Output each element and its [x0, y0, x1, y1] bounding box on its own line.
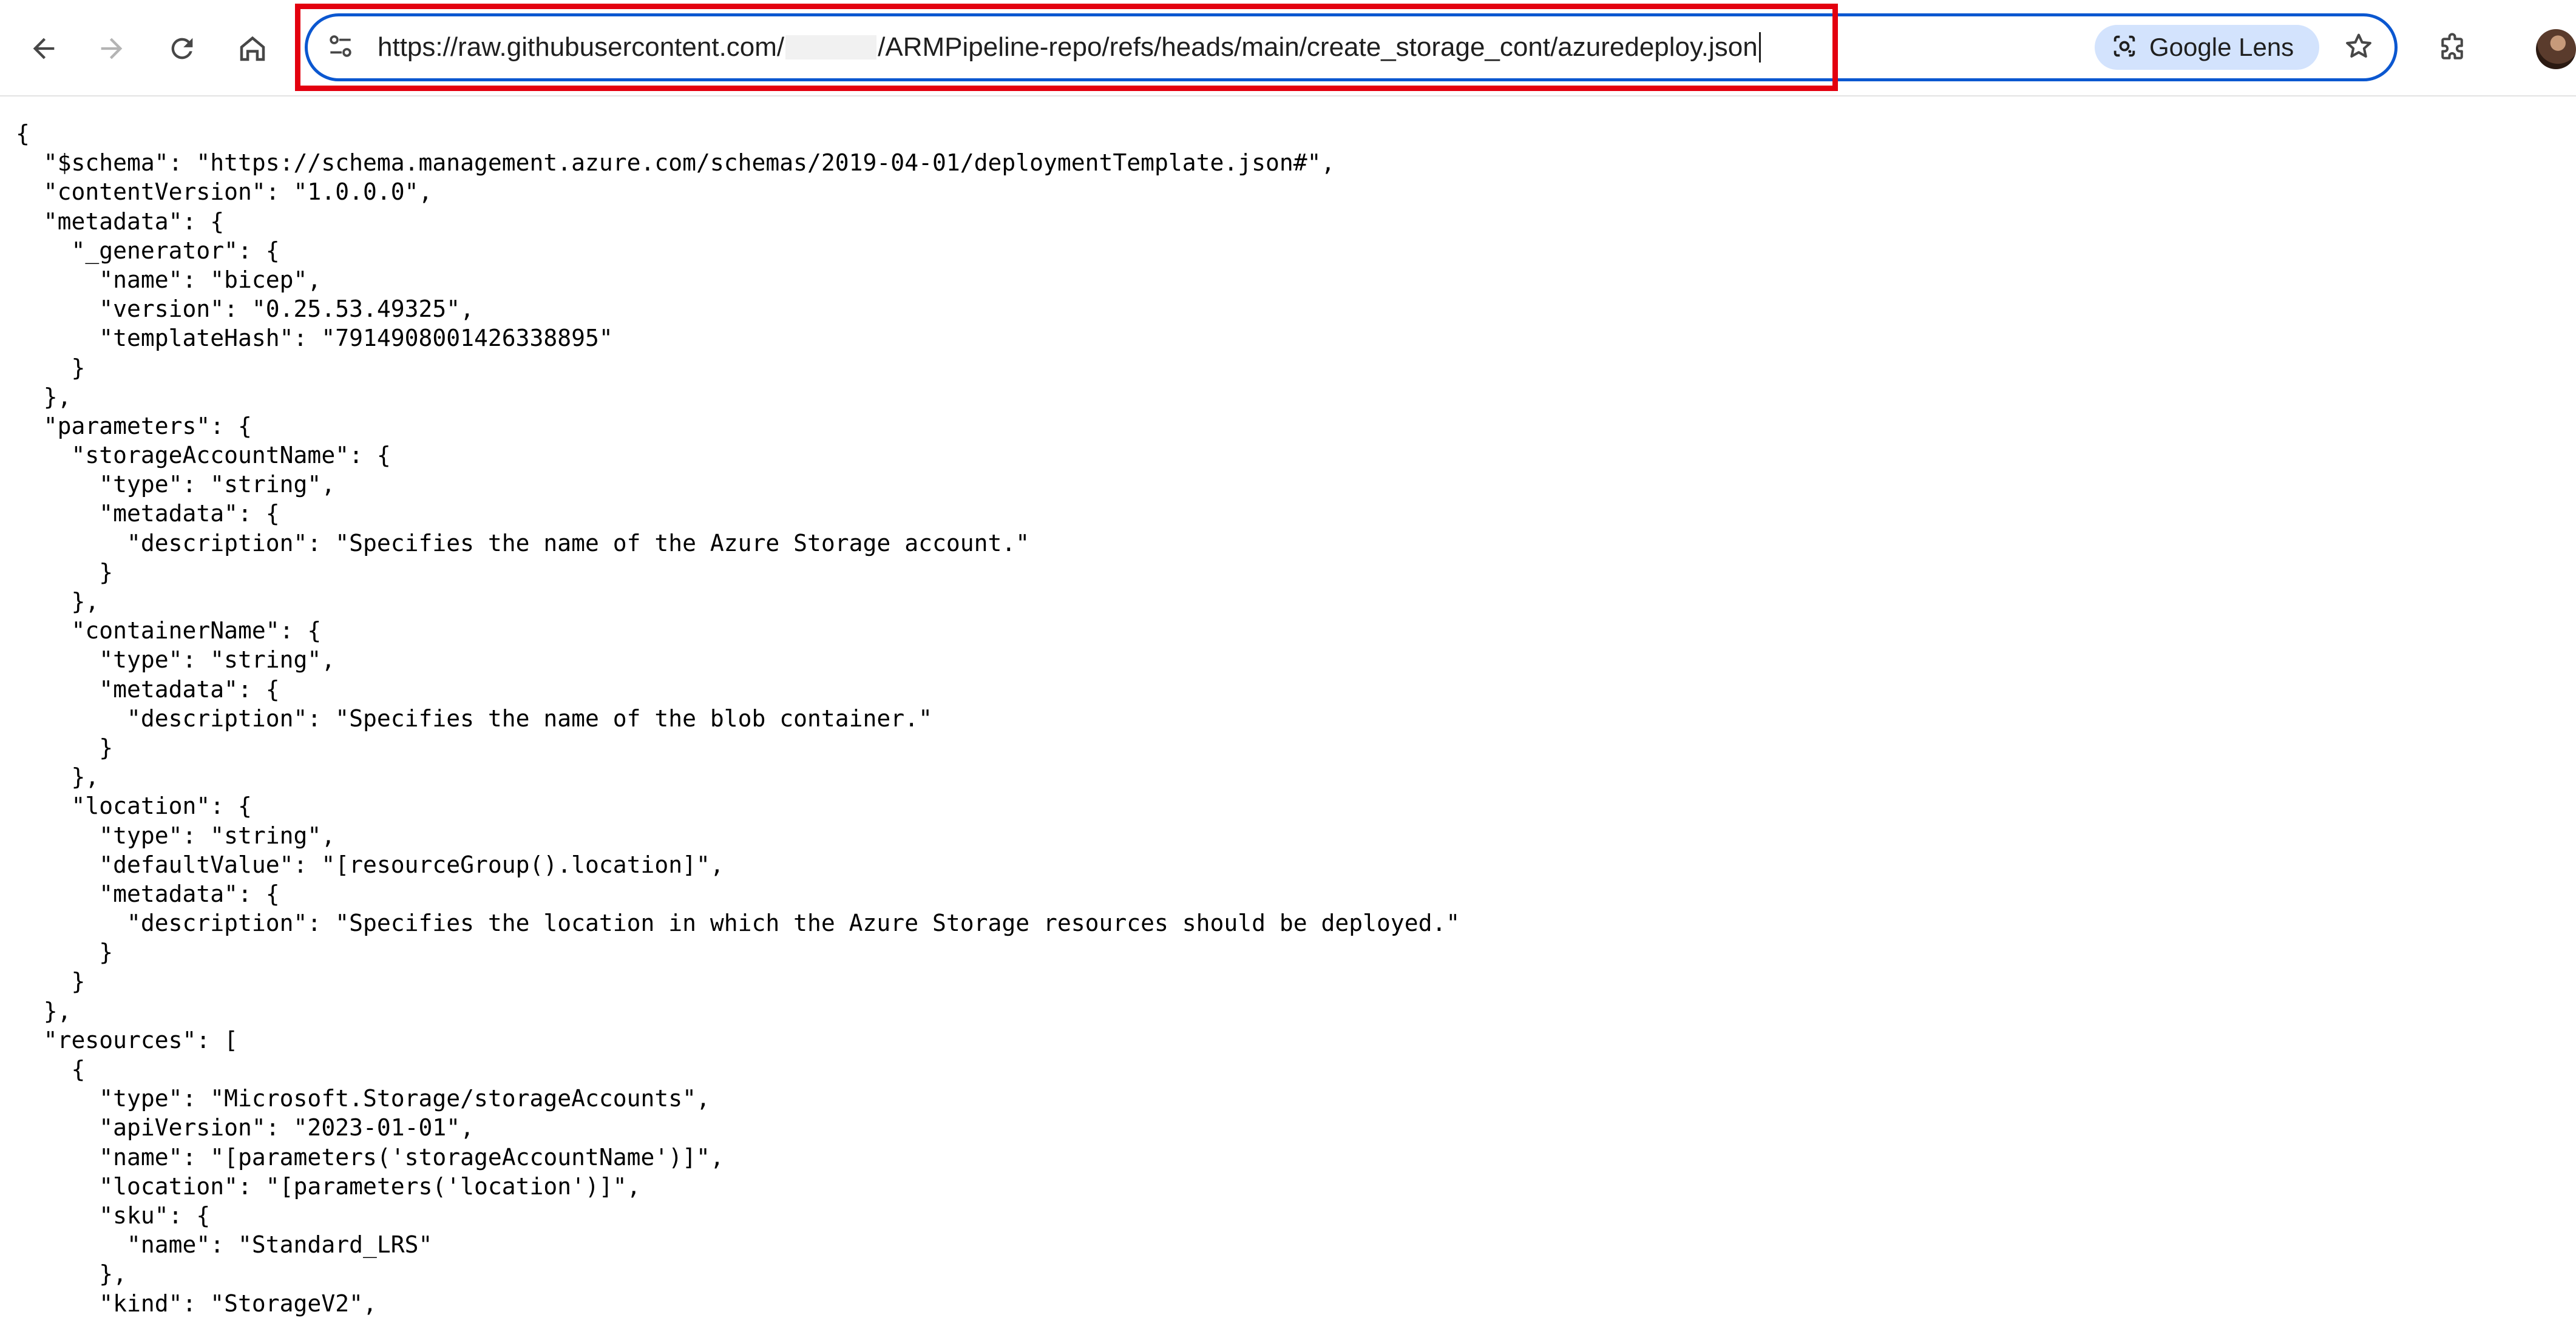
json-line: "location": "[parameters('location')]",: [16, 1172, 641, 1200]
json-line: },: [16, 1260, 127, 1288]
url-text[interactable]: https://raw.githubusercontent.com/ /ARMPi…: [378, 27, 1761, 67]
json-line: "metadata": {: [16, 675, 280, 703]
json-line: "templateHash": "7914908001426338895": [16, 325, 613, 352]
json-line: "type": "string",: [16, 646, 336, 674]
address-bar[interactable]: https://raw.githubusercontent.com/ /ARMPi…: [305, 13, 2398, 81]
json-content: { "$schema": "https://schema.management.…: [16, 119, 1460, 1318]
google-lens-button[interactable]: Google Lens: [2095, 25, 2319, 70]
json-line: {: [16, 1056, 86, 1083]
forward-button[interactable]: [86, 23, 137, 74]
json-line: "type": "Microsoft.Storage/storageAccoun…: [16, 1085, 710, 1112]
json-line: },: [16, 997, 72, 1024]
profile-avatar[interactable]: [2536, 29, 2576, 69]
home-icon: [236, 32, 269, 65]
json-line: "location": {: [16, 793, 252, 820]
json-line: "description": "Specifies the name of th…: [16, 529, 1030, 556]
json-line: "name": "[parameters('storageAccountName…: [16, 1143, 724, 1171]
json-line: "contentVersion": "1.0.0.0",: [16, 178, 433, 206]
json-line: "name": "bicep",: [16, 266, 322, 293]
json-line: "apiVersion": "2023-01-01",: [16, 1114, 474, 1141]
json-line: "resources": [: [16, 1026, 239, 1053]
json-line: },: [16, 588, 100, 615]
json-line: "version": "0.25.53.49325",: [16, 296, 474, 323]
bookmark-button[interactable]: [2335, 24, 2382, 71]
json-line: }: [16, 939, 114, 966]
json-line: "metadata": {: [16, 880, 280, 907]
browser-toolbar: https://raw.githubusercontent.com/ /ARMPi…: [0, 0, 2576, 96]
json-line: "_generator": {: [16, 237, 280, 264]
google-lens-label: Google Lens: [2149, 33, 2294, 61]
arrow-left-icon: [28, 33, 59, 64]
redacted-username: [785, 35, 877, 59]
json-line: "description": "Specifies the name of th…: [16, 705, 932, 732]
site-info-button[interactable]: [319, 25, 362, 69]
json-line: "$schema": "https://schema.management.az…: [16, 149, 1335, 177]
json-line: "metadata": {: [16, 500, 280, 527]
json-line: "name": "Standard_LRS": [16, 1231, 433, 1259]
json-line: }: [16, 354, 86, 381]
json-line: "type": "string",: [16, 822, 336, 849]
json-line: "description": "Specifies the location i…: [16, 910, 1460, 937]
json-line: },: [16, 763, 100, 791]
json-line: "parameters": {: [16, 412, 252, 439]
google-lens-icon: [2110, 32, 2138, 63]
json-line: }: [16, 558, 114, 586]
url-suffix: /ARMPipeline-repo/refs/heads/main/create…: [878, 32, 1758, 62]
home-button[interactable]: [227, 23, 278, 74]
json-line: "containerName": {: [16, 617, 322, 644]
json-line: "sku": {: [16, 1202, 211, 1229]
json-line: },: [16, 383, 72, 410]
star-icon: [2343, 30, 2374, 65]
puzzle-icon: [2436, 32, 2469, 65]
url-prefix: https://raw.githubusercontent.com/: [378, 32, 785, 62]
json-line: "kind": "StorageV2",: [16, 1290, 377, 1317]
json-line: {: [16, 120, 30, 147]
json-line: "storageAccountName": {: [16, 442, 391, 469]
json-line: "type": "string",: [16, 471, 336, 498]
arrow-right-icon: [96, 33, 127, 64]
reload-button[interactable]: [157, 23, 208, 74]
text-caret: [1758, 32, 1761, 63]
extensions-button[interactable]: [2427, 23, 2478, 74]
tune-icon: [325, 31, 356, 64]
json-line: "metadata": {: [16, 208, 225, 235]
json-line: }: [16, 734, 114, 761]
json-line: }: [16, 968, 86, 995]
json-line: "defaultValue": "[resourceGroup().locati…: [16, 851, 724, 878]
back-button[interactable]: [18, 23, 69, 74]
reload-icon: [166, 33, 198, 64]
